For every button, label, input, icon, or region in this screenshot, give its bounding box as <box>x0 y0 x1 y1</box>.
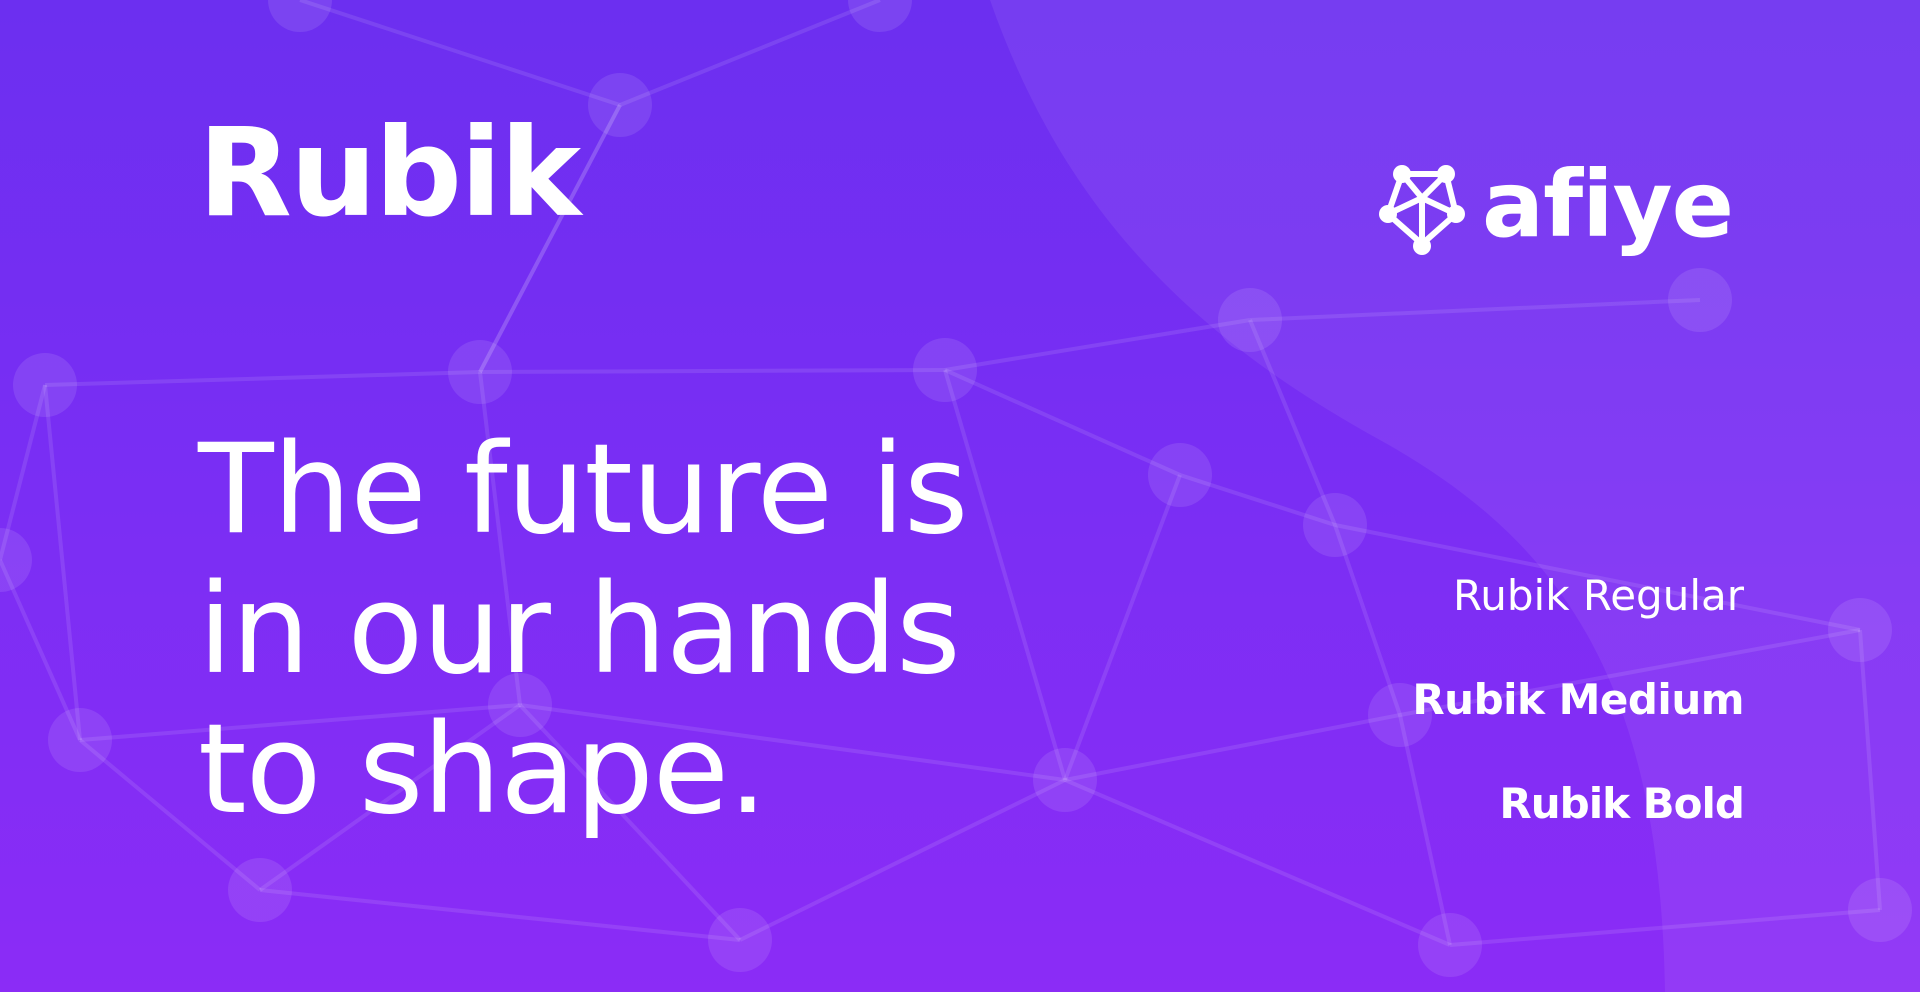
font-weights-list: Rubik Regular Rubik Medium Rubik Bold <box>1412 570 1745 830</box>
font-preview-canvas: Rubik afiye The future is in our hands t… <box>0 0 1920 992</box>
network-edge <box>1064 713 1401 782</box>
network-node <box>48 708 112 772</box>
tagline-line: in our hands <box>198 558 961 702</box>
network-node-icon <box>1379 165 1465 255</box>
weight-regular-label: Rubik Regular <box>1452 571 1744 620</box>
brand-logo: afiye <box>1376 151 1734 260</box>
network-edge <box>43 384 82 741</box>
network-node <box>848 0 912 32</box>
font-name-title: Rubik <box>198 102 581 244</box>
network-node <box>588 73 652 137</box>
network-edge <box>944 318 1251 372</box>
network-node <box>1668 268 1732 332</box>
network-edge <box>0 384 47 561</box>
network-node <box>0 528 32 592</box>
network-node <box>1303 493 1367 557</box>
network-node <box>13 353 77 417</box>
network-edge <box>1858 629 1882 911</box>
network-edge <box>619 0 881 107</box>
weight-bold-label: Rubik Bold <box>1499 779 1745 828</box>
network-node <box>1828 598 1892 662</box>
network-edge <box>259 888 741 942</box>
network-node <box>1218 288 1282 352</box>
network-edge <box>1064 778 1451 947</box>
brand-name: afiye <box>1482 151 1734 258</box>
network-edge <box>299 0 621 107</box>
network-edge <box>1449 908 1881 947</box>
tagline-line: The future is <box>198 418 969 562</box>
tagline-line: to shape. <box>198 698 768 842</box>
weight-medium-label: Rubik Medium <box>1412 675 1744 724</box>
sample-tagline: The future is in our hands to shape. <box>198 420 1098 840</box>
network-edge <box>479 368 946 374</box>
network-node <box>1848 878 1912 942</box>
network-node <box>708 908 772 972</box>
network-node <box>228 858 292 922</box>
network-node <box>1148 443 1212 507</box>
network-edge <box>44 370 481 387</box>
network-node <box>448 340 512 404</box>
network-node <box>1418 913 1482 977</box>
network-edge <box>1248 319 1337 526</box>
network-edge <box>0 559 82 741</box>
network-edge <box>1179 473 1336 527</box>
network-edge <box>1249 298 1701 322</box>
network-node <box>268 0 332 32</box>
network-node <box>913 338 977 402</box>
network-edge <box>1333 524 1402 716</box>
